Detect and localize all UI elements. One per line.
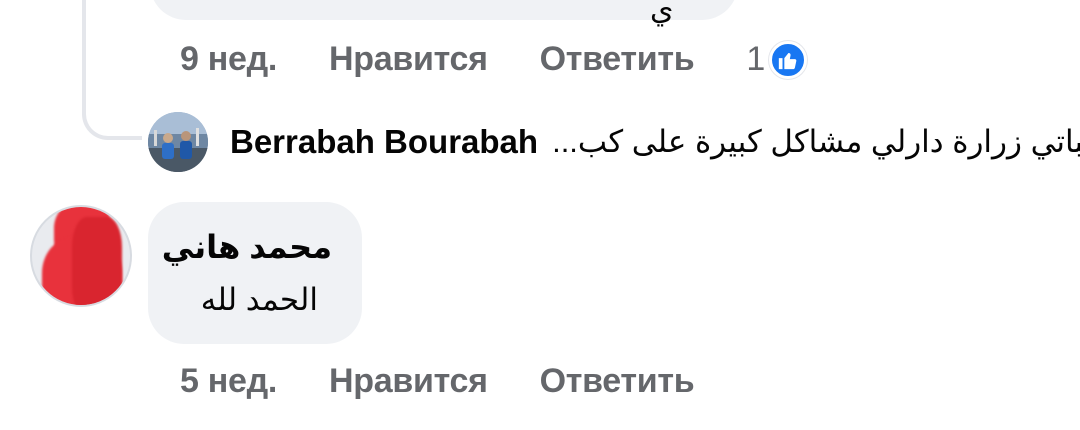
comment-timestamp[interactable]: 5 нед. (180, 362, 277, 401)
previous-comment-actions: 9 нед. Нравится Ответить 1 (180, 40, 807, 79)
comment-text: الحمد لله (200, 282, 318, 317)
comment-actions: 5 нед. Нравится Ответить (180, 362, 746, 401)
avatar[interactable] (148, 112, 208, 172)
comment-timestamp[interactable]: 9 нед. (180, 40, 277, 79)
reaction-count: 1 (746, 40, 765, 78)
like-button[interactable]: Нравится (329, 40, 488, 79)
comment-bubble: محمد هاني الحمد لله (148, 202, 362, 344)
comment-thread: ي 9 нед. Нравится Ответить 1 Berrabah Bo… (0, 0, 1080, 430)
reply-author-name[interactable]: Berrabah Bourabah (230, 123, 538, 161)
thumbs-up-icon (768, 40, 807, 79)
like-button[interactable]: Нравится (329, 362, 488, 401)
thread-connector-line (82, 0, 142, 140)
reply-button[interactable]: Ответить (540, 362, 695, 401)
previous-comment-text: ي (650, 0, 674, 26)
reply-preview-text[interactable]: كباتي زرارة دارلي مشاكل كبيرة على كب... (552, 124, 1080, 160)
reply-preview[interactable]: Berrabah Bourabah كباتي زرارة دارلي مشاك… (148, 112, 1080, 172)
reply-button[interactable]: Ответить (540, 40, 695, 79)
avatar[interactable] (30, 205, 132, 307)
reaction-summary[interactable]: 1 (746, 40, 807, 79)
comment-author-name[interactable]: محمد هاني (162, 228, 332, 266)
